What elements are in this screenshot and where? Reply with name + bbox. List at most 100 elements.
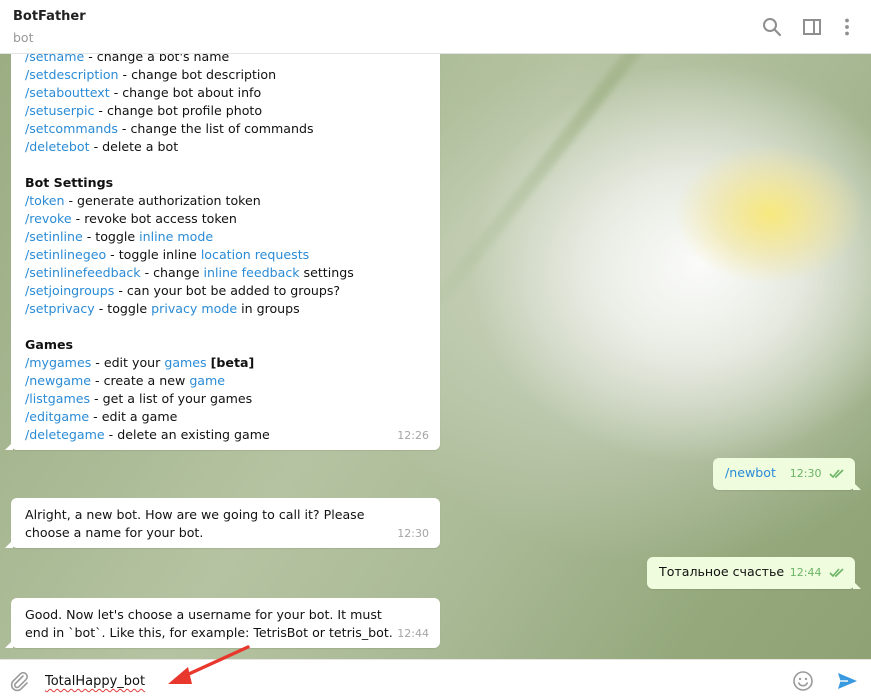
bubble-tail: [853, 581, 861, 589]
wallpaper-decoration: [420, 54, 776, 323]
command-link[interactable]: /setjoingroups: [25, 283, 114, 298]
message-input[interactable]: TotalHappy_bot: [45, 674, 145, 689]
command-link[interactable]: /setinlinegeo: [25, 247, 106, 262]
command-link[interactable]: /deletegame: [25, 427, 105, 442]
message-text: Good. Now let's choose a username for yo…: [25, 607, 393, 640]
command-description: - revoke bot access token: [71, 211, 237, 226]
command-description: - can your bot be added to groups?: [114, 283, 341, 298]
command-link[interactable]: /editgame: [25, 409, 89, 424]
help-link[interactable]: location requests: [201, 247, 309, 262]
command-line: /setprivacy - toggle privacy mode in gro…: [25, 300, 426, 318]
command-description: settings: [299, 265, 354, 280]
help-link[interactable]: inline feedback: [203, 265, 299, 280]
command-line: /listgames - get a list of your games: [25, 390, 426, 408]
message-text: Тотальное счастье: [659, 564, 785, 579]
command-description: - delete an existing game: [104, 427, 270, 442]
command-list: /setname - change a bot's name/setdescri…: [25, 54, 426, 156]
message-time-status: 12:30: [790, 465, 845, 483]
command-link[interactable]: /setinlinefeedback: [25, 265, 141, 280]
bubble-tail: [5, 640, 13, 648]
command-line: /setdescription - change bot description: [25, 66, 426, 84]
emoji-icon[interactable]: [792, 670, 814, 692]
chat-title[interactable]: BotFather: [13, 9, 86, 24]
command-link[interactable]: /setdescription: [25, 67, 119, 82]
command-line: /setinlinefeedback - change inline feedb…: [25, 264, 426, 282]
command-link[interactable]: /mygames: [25, 355, 91, 370]
command-link[interactable]: /setabouttext: [25, 85, 110, 100]
command-line: /mygames - edit your games [beta]: [25, 354, 426, 372]
command-link[interactable]: /revoke: [25, 211, 72, 226]
double-check-icon: [829, 469, 844, 479]
command-link[interactable]: /setname: [25, 54, 84, 64]
attach-icon[interactable]: [8, 670, 30, 692]
message-time: 12:44: [397, 627, 429, 640]
command-link[interactable]: /setcommands: [25, 121, 118, 136]
command-description: - edit your: [91, 355, 165, 370]
send-icon[interactable]: [836, 670, 858, 692]
command-line: /revoke - revoke bot access token: [25, 210, 426, 228]
help-link[interactable]: game: [189, 373, 225, 388]
command-link[interactable]: /token: [25, 193, 64, 208]
command-link[interactable]: /deletebot: [25, 139, 90, 154]
command-line: /setinlinegeo - toggle inline location r…: [25, 246, 426, 264]
section-title: Bot Settings: [25, 175, 114, 190]
command-description: - toggle: [82, 229, 140, 244]
command-line: /setjoingroups - can your bot be added t…: [25, 282, 426, 300]
command-description: - change bot description: [118, 67, 277, 82]
command-description: - change bot profile photo: [94, 103, 263, 118]
double-check-icon: [829, 568, 844, 578]
command-description: - get a list of your games: [90, 391, 253, 406]
command-description: - delete a bot: [89, 139, 179, 154]
command-description: - change a bot's name: [84, 54, 230, 64]
command-description: - toggle: [94, 301, 152, 316]
outgoing-message-newbot: /newbot 12:30: [713, 458, 861, 490]
command-link[interactable]: /setprivacy: [25, 301, 95, 316]
command-line: /token - generate authorization token: [25, 192, 426, 210]
bubble-tail: [5, 442, 13, 450]
message-time: 12:30: [789, 467, 822, 480]
help-link[interactable]: games: [164, 355, 206, 370]
bubble-tail: [5, 540, 13, 548]
command-line: /setname - change a bot's name: [25, 54, 426, 66]
command-line: /setuserpic - change bot profile photo: [25, 102, 426, 120]
help-link[interactable]: privacy mode: [151, 301, 237, 316]
command-description: - change the list of commands: [117, 121, 314, 136]
beta-label: [beta]: [210, 355, 255, 370]
message-text: Alright, a new bot. How are we going to …: [25, 507, 365, 540]
message-time: 12:26: [397, 429, 429, 442]
annotation-arrow-icon: [168, 645, 250, 684]
command-link[interactable]: /setinline: [25, 229, 83, 244]
command-line: /setcommands - change the list of comman…: [25, 120, 426, 138]
command-description: in groups: [237, 301, 300, 316]
command-link[interactable]: /newgame: [25, 373, 91, 388]
search-icon[interactable]: [762, 17, 782, 37]
incoming-message-commands: /setname - change a bot's name/setdescri…: [5, 54, 440, 450]
message-composer: TotalHappy_bot: [0, 659, 871, 700]
command-line: /deletegame - delete an existing game: [25, 426, 426, 444]
command-description: - create a new: [91, 373, 190, 388]
chat-subtitle: bot: [13, 30, 34, 45]
command-link[interactable]: /listgames: [25, 391, 90, 406]
command-line: /editgame - edit a game: [25, 408, 426, 426]
message-time: 12:44: [789, 566, 822, 579]
chat-header: BotFather bot: [0, 0, 871, 54]
section-title: Games: [25, 337, 73, 352]
outgoing-message-bot-name: Тотальное счастье 12:44: [647, 557, 861, 589]
command-link[interactable]: /setuserpic: [25, 103, 94, 118]
command-line: /setabouttext - change bot about info: [25, 84, 426, 102]
command-description: - edit a game: [89, 409, 178, 424]
message-time-status: 12:44: [790, 564, 845, 582]
command-description: - toggle inline: [106, 247, 201, 262]
message-time: 12:30: [397, 527, 429, 540]
help-link[interactable]: inline mode: [139, 229, 213, 244]
more-vertical-icon[interactable]: [837, 17, 857, 37]
command-description: - generate authorization token: [64, 193, 261, 208]
command-line: /deletebot - delete a bot: [25, 138, 426, 156]
sidebar-toggle-icon[interactable]: [802, 17, 822, 37]
command-line: /setinline - toggle inline mode: [25, 228, 426, 246]
command-link[interactable]: /newbot: [725, 465, 776, 480]
incoming-message-choose-name: Alright, a new bot. How are we going to …: [5, 498, 440, 548]
command-description: - change: [140, 265, 204, 280]
command-line: /newgame - create a new game: [25, 372, 426, 390]
chat-history[interactable]: /setname - change a bot's name/setdescri…: [0, 54, 871, 659]
